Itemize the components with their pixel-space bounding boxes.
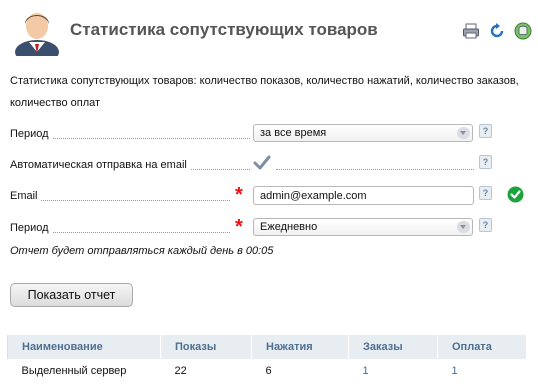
dotted-leader xyxy=(40,200,230,201)
auto-send-label: Автоматическая отправка на email xyxy=(10,159,190,171)
refresh-icon[interactable] xyxy=(488,22,506,40)
schedule-help-icon[interactable]: ? xyxy=(479,218,492,232)
auto-send-checkbox[interactable] xyxy=(251,152,273,174)
dotted-leader xyxy=(185,169,250,170)
user-avatar-icon xyxy=(15,13,59,56)
table-header-row: Наименование Показы Нажатия Заказы Оплат… xyxy=(7,335,527,359)
email-row: Email * ? xyxy=(10,184,530,208)
page-title: Статистика сопутствующих товаров xyxy=(70,20,378,39)
auto-send-row: Автоматическая отправка на email ? xyxy=(10,155,530,177)
page-header: Статистика сопутствующих товаров xyxy=(0,0,538,64)
email-label: Email xyxy=(10,190,41,202)
period-help-icon[interactable]: ? xyxy=(479,124,492,138)
column-header-name[interactable]: Наименование xyxy=(7,335,161,359)
cell-clicks: 6 xyxy=(265,365,272,377)
schedule-select[interactable]: Ежедневно xyxy=(253,218,473,236)
table-row: Выделенный сервер 22 6 1 1 xyxy=(8,359,527,383)
email-field[interactable] xyxy=(253,186,474,205)
auto-send-help-icon[interactable]: ? xyxy=(479,155,492,169)
email-help-icon[interactable]: ? xyxy=(479,186,492,200)
schedule-row: Период * Ежедневно ? xyxy=(10,216,530,240)
page-description: Статистика сопутствующих товаров: количе… xyxy=(10,75,519,109)
chevron-down-icon xyxy=(457,221,470,233)
print-icon[interactable] xyxy=(462,22,480,40)
cell-payments-link[interactable]: 1 xyxy=(438,359,527,383)
cell-orders-link[interactable]: 1 xyxy=(349,359,438,383)
schedule-select-value: Ежедневно xyxy=(260,221,318,233)
schedule-label: Период xyxy=(10,222,52,234)
required-marker: * xyxy=(235,184,243,206)
required-marker: * xyxy=(235,216,243,238)
chevron-down-icon xyxy=(457,127,470,139)
column-header-payments[interactable]: Оплата xyxy=(437,335,527,359)
period-label: Период xyxy=(10,128,52,140)
period-select-value: за все время xyxy=(260,127,327,139)
column-header-views[interactable]: Показы xyxy=(160,335,252,359)
column-header-clicks[interactable]: Нажатия xyxy=(251,335,349,359)
cell-views: 22 xyxy=(174,365,187,377)
period-select[interactable]: за все время xyxy=(253,124,473,142)
show-report-button[interactable]: Показать отчет xyxy=(10,283,133,307)
statistics-table: Наименование Показы Нажатия Заказы Оплат… xyxy=(7,335,527,383)
period-row: Период за все время ? xyxy=(10,124,530,146)
database-icon[interactable] xyxy=(514,22,532,40)
dotted-leader xyxy=(276,169,474,170)
check-circle-icon xyxy=(507,186,524,203)
dotted-leader xyxy=(50,138,250,139)
column-header-orders[interactable]: Заказы xyxy=(348,335,438,359)
schedule-note: Отчет будет отправляться каждый день в 0… xyxy=(10,245,274,257)
dotted-leader xyxy=(50,232,230,233)
cell-name: Выделенный сервер xyxy=(21,365,127,377)
